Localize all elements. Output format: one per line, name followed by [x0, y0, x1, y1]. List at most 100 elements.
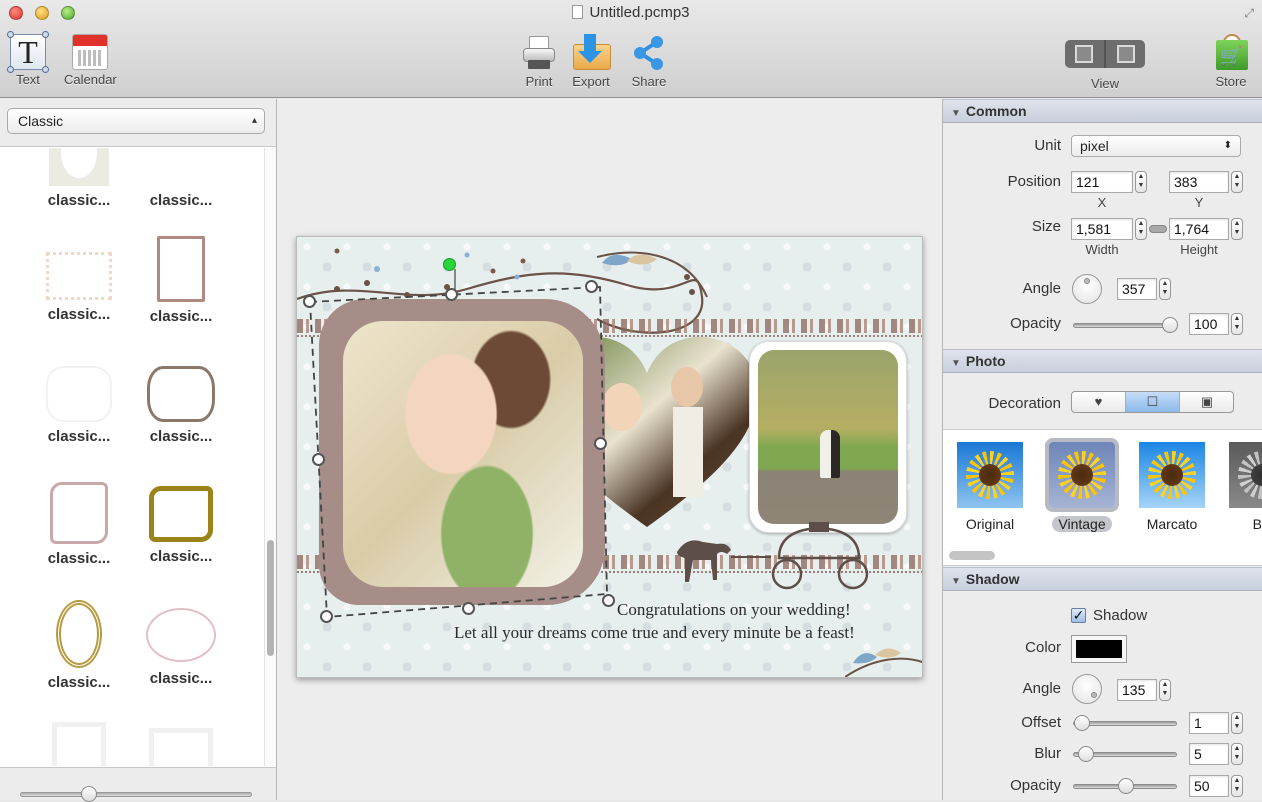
resize-handle-top-left[interactable] — [303, 295, 316, 308]
resize-handle-top[interactable] — [445, 288, 458, 301]
resize-handle-bottom[interactable] — [462, 602, 475, 615]
shadow-checkbox[interactable]: ✓ — [1071, 608, 1086, 623]
share-button[interactable]: Share — [630, 34, 668, 89]
frame-thumbnail[interactable]: classic... — [126, 486, 236, 565]
category-select[interactable]: Classic ▴ — [7, 108, 265, 134]
export-button[interactable]: Export — [572, 34, 611, 89]
photo-section-header[interactable]: ▼ Photo — [943, 349, 1262, 373]
shadow-opacity-stepper[interactable]: ▲ ▼ — [1231, 775, 1243, 797]
frame-thumbnail[interactable] — [126, 728, 236, 766]
text-icon: T — [7, 31, 49, 73]
frame-thumbnail[interactable]: classic... — [126, 236, 236, 325]
size-width-stepper[interactable]: ▲ ▼ — [1135, 218, 1147, 240]
shadow-offset-slider[interactable] — [1073, 715, 1177, 731]
category-value: Classic — [18, 113, 64, 129]
shadow-header-label: Shadow — [965, 571, 1020, 587]
frame-thumbnail[interactable]: classic... — [24, 482, 134, 567]
frame-thumbnail[interactable]: classic... — [24, 148, 134, 209]
shadow-offset-field[interactable]: 1 — [1189, 712, 1229, 734]
filter-original[interactable]: Original — [953, 442, 1027, 534]
angle-dial[interactable] — [1072, 274, 1102, 304]
rotate-handle[interactable] — [443, 258, 456, 271]
frame-thumbnail[interactable]: classic... — [24, 366, 134, 445]
resize-handle-bottom-right[interactable] — [602, 594, 615, 607]
shadow-color-label: Color — [1025, 639, 1061, 656]
store-button[interactable]: 🛒 Store — [1212, 34, 1250, 89]
opacity-stepper[interactable]: ▲ ▼ — [1231, 313, 1243, 335]
shadow-blur-slider[interactable] — [1073, 746, 1177, 762]
scrollbar-thumb[interactable] — [267, 540, 274, 656]
filter-vintage[interactable]: Vintage — [1045, 438, 1119, 534]
shadow-offset-stepper[interactable]: ▲ ▼ — [1231, 712, 1243, 734]
print-button[interactable]: Print — [520, 34, 558, 89]
opacity-label: Opacity — [1010, 315, 1061, 332]
filter-marcato[interactable]: Marcato — [1135, 442, 1209, 534]
resize-handle-left[interactable] — [312, 453, 325, 466]
angle-stepper[interactable]: ▲ ▼ — [1159, 278, 1171, 300]
shadow-angle-field[interactable]: 135 — [1117, 679, 1157, 701]
rounded-photo[interactable] — [749, 341, 907, 533]
shadow-offset-slider-knob[interactable] — [1074, 715, 1090, 731]
position-x-stepper[interactable]: ▲ ▼ — [1135, 171, 1147, 193]
text-tool-button[interactable]: T Text — [7, 31, 49, 87]
link-aspect-icon[interactable] — [1149, 225, 1167, 233]
angle-field[interactable]: 357 — [1117, 278, 1157, 300]
unit-select[interactable]: pixel ⬍ — [1071, 135, 1241, 157]
size-height-field[interactable]: 1,764 — [1169, 218, 1229, 240]
frame-thumbnail[interactable]: classic... — [24, 600, 134, 691]
resize-handle-bottom-left[interactable] — [320, 610, 333, 623]
window-title: Untitled.pcmp3 — [0, 4, 1262, 21]
common-section-header[interactable]: ▼ Common — [943, 99, 1262, 123]
decoration-frame-option[interactable]: ☐ — [1126, 392, 1180, 412]
pink-scalloped-frame-icon — [50, 482, 108, 544]
shadow-blur-slider-knob[interactable] — [1078, 746, 1094, 762]
frame-thumbnail-label: classic... — [149, 428, 213, 445]
position-y-field[interactable]: 383 — [1169, 171, 1229, 193]
common-header-label: Common — [965, 103, 1027, 119]
y-caption: Y — [1194, 195, 1204, 210]
filter-bw[interactable]: B& — [1225, 442, 1262, 534]
calendar-tool-button[interactable]: Calendar — [64, 34, 117, 87]
shadow-opacity-slider[interactable] — [1073, 778, 1177, 794]
shadow-angle-dial[interactable] — [1072, 674, 1102, 704]
frame-thumbnail[interactable]: classic... — [126, 148, 236, 209]
frames-panel-footer — [0, 767, 276, 802]
fullscreen-icon[interactable]: ⤢ — [1244, 6, 1254, 21]
decoration-heart-option[interactable]: ♥ — [1072, 392, 1126, 412]
frames-list: classic... classic... classic... classic… — [0, 148, 262, 766]
picture-icon: ▣ — [1200, 394, 1214, 409]
shadow-opacity-field[interactable]: 50 — [1189, 775, 1229, 797]
decoration-picture-option[interactable]: ▣ — [1180, 392, 1233, 412]
position-y-stepper[interactable]: ▲ ▼ — [1231, 171, 1243, 193]
sunflower-thumbnail-icon — [1229, 442, 1262, 508]
size-width-field[interactable]: 1,581 — [1071, 218, 1133, 240]
opacity-field[interactable]: 100 — [1189, 313, 1229, 335]
brown-barrel-frame-icon — [147, 366, 215, 422]
shadow-opacity-slider-knob[interactable] — [1118, 778, 1134, 794]
position-x-field[interactable]: 121 — [1071, 171, 1133, 193]
thumbnail-size-slider[interactable] — [20, 792, 252, 797]
filters-scrollbar[interactable] — [949, 551, 995, 560]
selection-box — [309, 269, 608, 618]
view-button[interactable]: View — [1065, 34, 1145, 91]
sunflower-thumbnail-icon — [957, 442, 1023, 508]
frames-scrollbar[interactable] — [264, 148, 276, 766]
shadow-blur-stepper[interactable]: ▲ ▼ — [1231, 743, 1243, 765]
frame-thumbnail[interactable]: classic... — [126, 366, 236, 445]
share-label: Share — [631, 74, 667, 89]
resize-handle-right[interactable] — [594, 437, 607, 450]
shadow-section-header[interactable]: ▼ Shadow — [943, 567, 1262, 591]
frame-thumbnail-label: classic... — [47, 550, 111, 567]
resize-handle-top-right[interactable] — [585, 280, 598, 293]
frame-thumbnail[interactable]: classic... — [24, 248, 134, 323]
gold-scalloped-frame-icon — [149, 486, 213, 542]
shadow-blur-field[interactable]: 5 — [1189, 743, 1229, 765]
opacity-slider[interactable] — [1073, 317, 1178, 333]
shadow-color-well[interactable] — [1071, 635, 1127, 663]
store-label: Store — [1215, 74, 1247, 89]
opacity-slider-knob[interactable] — [1162, 317, 1178, 333]
size-height-stepper[interactable]: ▲ ▼ — [1231, 218, 1243, 240]
frame-thumbnail[interactable]: classic... — [126, 608, 236, 687]
shadow-angle-stepper[interactable]: ▲ ▼ — [1159, 679, 1171, 701]
frame-thumbnail[interactable] — [24, 722, 134, 766]
